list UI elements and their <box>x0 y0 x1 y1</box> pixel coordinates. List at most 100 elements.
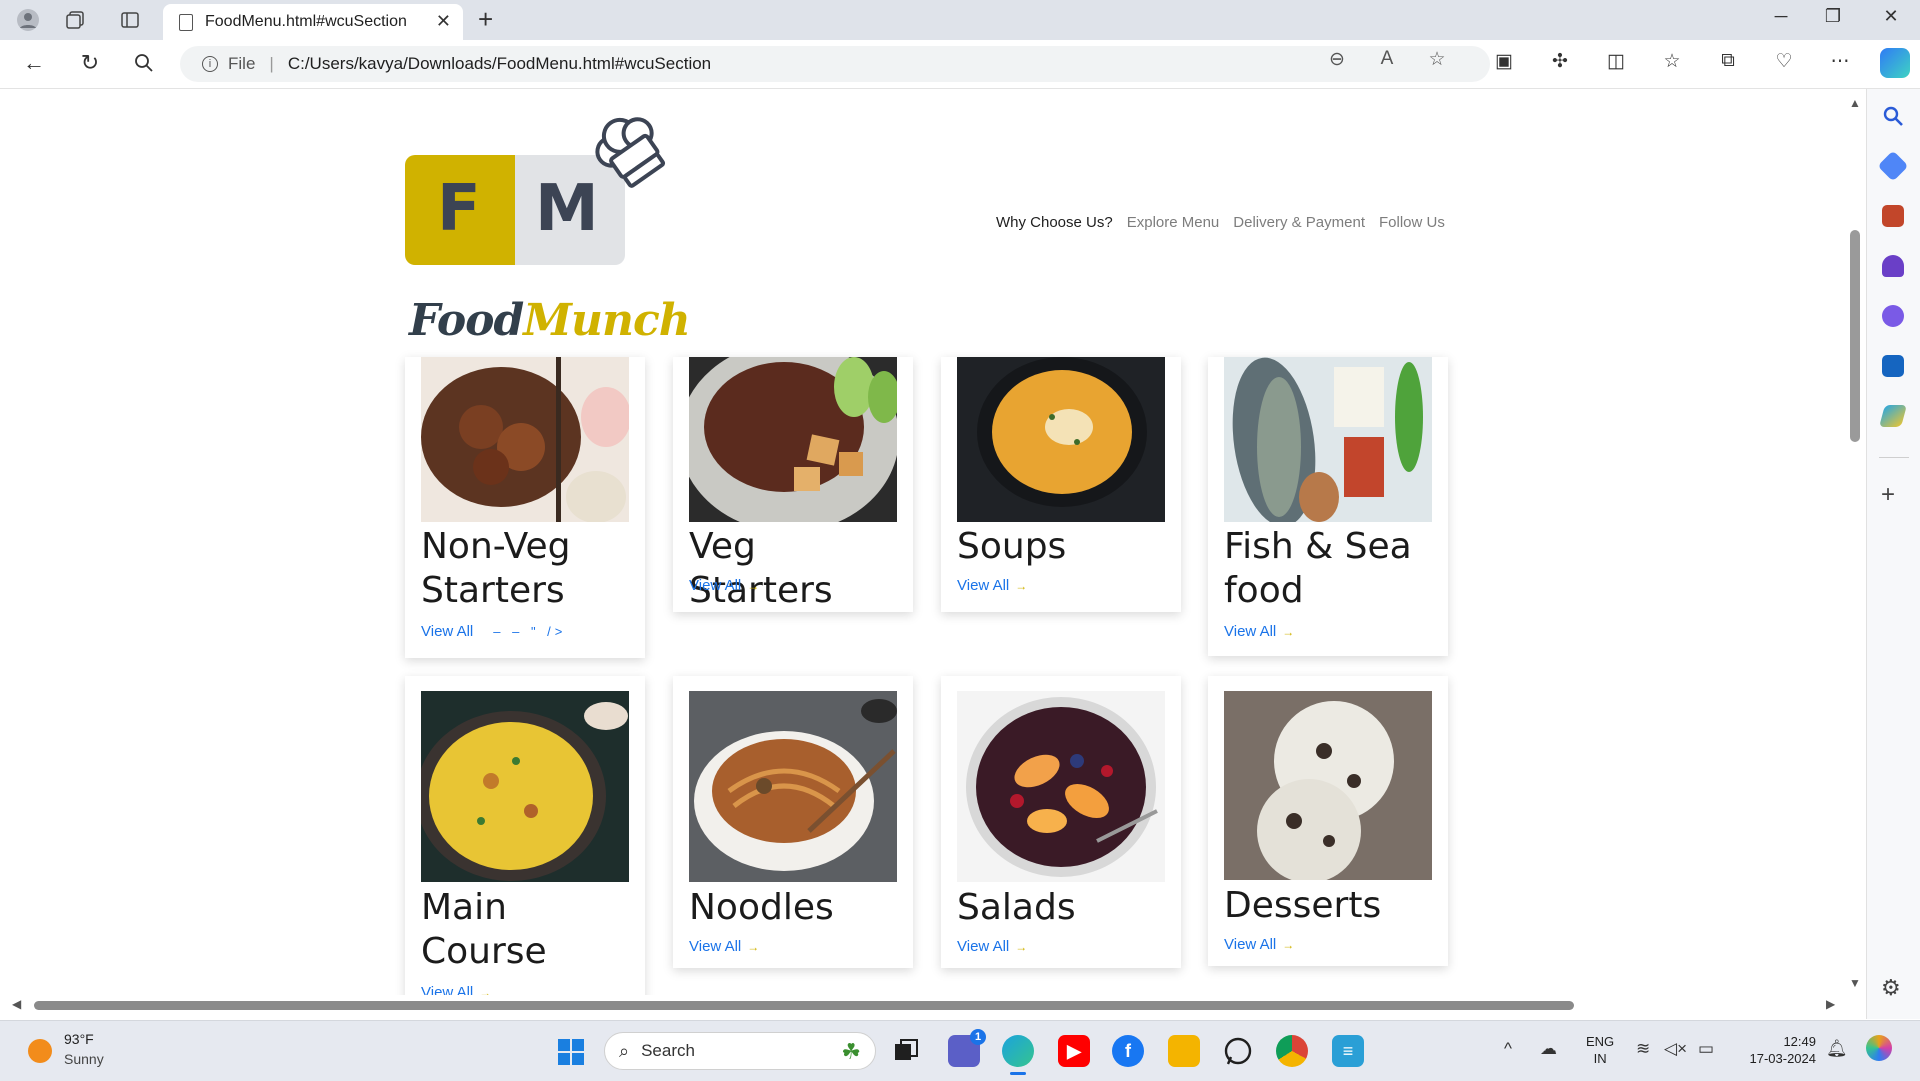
scroll-left-icon[interactable]: ◀ <box>12 997 21 1011</box>
horizontal-scroll-thumb[interactable] <box>34 1001 1574 1010</box>
card-view-all-link[interactable]: View All – – " /> <box>421 623 566 640</box>
card-view-all-link[interactable]: View All → <box>421 984 491 995</box>
sidebar-outlook-icon[interactable] <box>1882 355 1904 377</box>
copilot-icon[interactable] <box>1880 48 1910 78</box>
sidebar-search-icon[interactable] <box>1882 105 1904 127</box>
edge-browser-icon[interactable] <box>1002 1035 1034 1075</box>
menu-card-main-course[interactable]: Main Course View All → <box>405 676 645 995</box>
card-view-all-link[interactable]: View All → <box>957 577 1027 594</box>
sidebar-drop-icon[interactable] <box>1879 405 1907 427</box>
minimize-icon[interactable]: ─ <box>1766 6 1796 27</box>
menu-card-desserts[interactable]: Desserts View All → <box>1208 676 1448 966</box>
zoom-icon[interactable]: ⊖ <box>1324 48 1350 71</box>
search-icon: ⌕ <box>619 1040 630 1061</box>
card-view-all-link[interactable]: View All → <box>689 577 759 594</box>
facebook-icon[interactable]: f <box>1112 1035 1144 1067</box>
view-all-text: View All <box>421 984 474 995</box>
start-windows-icon[interactable] <box>558 1039 584 1065</box>
search-icon[interactable] <box>130 50 158 79</box>
nav-delivery-payment[interactable]: Delivery & Payment <box>1233 214 1365 231</box>
sidebar-settings-icon[interactable]: ⚙ <box>1881 975 1901 1001</box>
horizontal-scrollbar[interactable]: ◀ ▶ <box>8 996 1844 1014</box>
card-title: Non-Veg Starters <box>421 526 571 611</box>
menu-card-fish-sea-food[interactable]: Fish & Sea food View All → <box>1208 357 1448 656</box>
card-view-all-link[interactable]: View All → <box>689 938 759 955</box>
sidebar-shopping-icon[interactable] <box>1877 150 1909 182</box>
volume-muted-icon[interactable]: ◁× <box>1664 1039 1687 1059</box>
task-view-icon[interactable] <box>890 1035 922 1067</box>
card-view-all-link[interactable]: View All → <box>1224 936 1294 953</box>
file-explorer-icon[interactable] <box>1168 1035 1200 1067</box>
scroll-down-icon[interactable]: ▼ <box>1849 976 1861 990</box>
favorites-icon[interactable]: ☆ <box>1658 50 1686 73</box>
card-view-all-link[interactable]: View All → <box>1224 623 1294 640</box>
card-image <box>957 357 1165 522</box>
page-icon <box>179 13 193 31</box>
browser-tab-bar: FoodMenu.html#wcuSection ✕ + ─ ❐ ✕ <box>0 0 1920 40</box>
whatsapp-icon[interactable] <box>1222 1035 1254 1067</box>
tab-foodmenu[interactable]: FoodMenu.html#wcuSection ✕ <box>163 4 463 40</box>
tab-actions-icon[interactable] <box>118 8 142 32</box>
sidebar-add-icon[interactable]: + <box>1881 481 1895 509</box>
close-tab-icon[interactable]: ✕ <box>436 11 451 32</box>
read-aloud-icon[interactable]: A <box>1374 48 1400 70</box>
url-field[interactable]: i File | C:/Users/kavya/Downloads/FoodMe… <box>180 46 1490 82</box>
scroll-right-icon[interactable]: ▶ <box>1826 997 1835 1011</box>
vertical-scroll-thumb[interactable] <box>1850 230 1860 442</box>
card-title: Main Course <box>421 887 547 972</box>
teams-chat-icon[interactable]: 1 <box>948 1029 986 1067</box>
restore-icon[interactable]: ❐ <box>1818 6 1848 27</box>
nav-explore-menu[interactable]: Explore Menu <box>1127 214 1220 231</box>
app-available-icon[interactable]: ▣ <box>1490 50 1518 73</box>
refresh-icon[interactable]: ↻ <box>76 50 104 76</box>
scroll-up-icon[interactable]: ▲ <box>1849 96 1861 110</box>
input-language[interactable]: ENG IN <box>1586 1033 1614 1067</box>
youtube-icon[interactable]: ▶ <box>1058 1035 1090 1067</box>
view-all-text: View All <box>689 938 742 955</box>
collections-icon[interactable]: ⧉ <box>1714 50 1742 72</box>
browser-essentials-icon[interactable]: ♡ <box>1770 50 1798 73</box>
close-window-icon[interactable]: ✕ <box>1876 6 1906 27</box>
chrome-icon[interactable] <box>1276 1035 1308 1067</box>
main-nav: Why Choose Us? Explore Menu Delivery & P… <box>996 214 1445 231</box>
menu-card-soups[interactable]: Soups View All → <box>941 357 1181 612</box>
notepad-icon[interactable]: ≡ <box>1332 1035 1364 1067</box>
card-title: Salads <box>957 887 1076 928</box>
split-screen-icon[interactable]: ◫ <box>1602 50 1630 73</box>
battery-icon[interactable]: ▭ <box>1698 1039 1714 1059</box>
menu-card-noodles[interactable]: Noodles View All → <box>673 676 913 968</box>
arrow-right-icon: → <box>747 578 760 593</box>
site-info-icon[interactable]: i <box>202 56 218 72</box>
url-text[interactable]: C:/Users/kavya/Downloads/FoodMenu.html#w… <box>288 54 711 74</box>
nav-follow-us[interactable]: Follow Us <box>1379 214 1445 231</box>
back-icon[interactable]: ← <box>20 50 48 76</box>
profile-icon[interactable] <box>16 8 40 32</box>
sidebar-copilot-365-icon[interactable] <box>1882 305 1904 327</box>
more-menu-icon[interactable]: ⋯ <box>1826 50 1854 73</box>
copilot-taskbar-icon[interactable] <box>1866 1035 1892 1061</box>
vertical-scrollbar[interactable]: ▲ ▼ <box>1845 92 1865 992</box>
weather-description[interactable]: Sunny <box>64 1051 104 1067</box>
weather-temperature[interactable]: 93°F <box>64 1031 94 1047</box>
nav-why-choose-us[interactable]: Why Choose Us? <box>996 214 1113 231</box>
card-image <box>421 691 629 882</box>
brand-munch: Munch <box>523 295 690 346</box>
wifi-icon[interactable]: ≋ <box>1636 1039 1650 1059</box>
new-tab-icon[interactable]: + <box>478 4 493 35</box>
favorite-star-icon[interactable]: ☆ <box>1424 48 1450 71</box>
onedrive-icon[interactable]: ☁ <box>1540 1039 1557 1059</box>
workspaces-icon[interactable] <box>64 8 88 32</box>
notifications-bell-icon[interactable]: 🔔︎ <box>1826 1039 1848 1059</box>
sidebar-tools-icon[interactable] <box>1882 205 1904 227</box>
sidebar-games-icon[interactable] <box>1882 255 1904 277</box>
menu-card-veg-starters[interactable]: Veg Starters View All → <box>673 357 913 612</box>
menu-card-non-veg-starters[interactable]: Non-Veg Starters View All – – " /> <box>405 357 645 658</box>
view-all-text: View All <box>1224 623 1277 640</box>
system-clock[interactable]: 12:49 17-03-2024 <box>1740 1033 1817 1067</box>
sun-icon[interactable] <box>28 1039 52 1063</box>
card-view-all-link[interactable]: View All → <box>957 938 1027 955</box>
show-hidden-icons-chevron[interactable]: ^ <box>1504 1039 1512 1059</box>
extensions-icon[interactable]: ✣ <box>1546 50 1574 73</box>
menu-card-salads[interactable]: Salads View All → <box>941 676 1181 968</box>
taskbar-search-box[interactable]: ⌕ Search ☘ <box>604 1032 876 1070</box>
